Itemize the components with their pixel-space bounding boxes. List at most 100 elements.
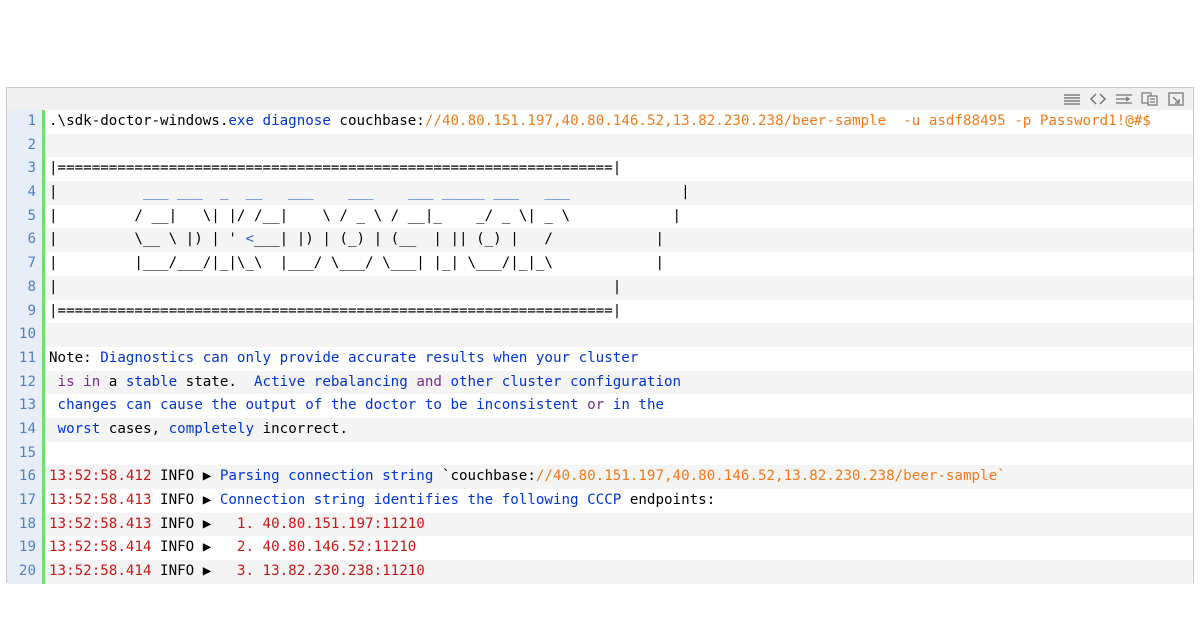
code-line: 18 13:52:58.413 INFO ▶ 1. 40.80.151.197:1… [7, 512, 1193, 537]
code-token: 13:52:58.413 [49, 492, 152, 508]
code-line: 20 13:52:58.414 INFO ▶ 3. 13.82.230.238:1… [7, 560, 1193, 584]
code-token: | \__ \ |) | ' [49, 231, 246, 248]
toolbar-buttons [1061, 91, 1187, 107]
code-token: or [587, 397, 605, 414]
line-content: | | [45, 276, 621, 300]
code-line: 2 [7, 133, 1193, 158]
code-token: .\sdk-doctor-windows. [49, 113, 229, 129]
code-token: stable [125, 373, 178, 390]
code-token: a [100, 373, 126, 390]
line-number: 4 [7, 181, 45, 205]
line-content [45, 134, 49, 158]
code-line: 9 |======================================… [7, 299, 1193, 324]
code-token: Note: [49, 349, 101, 366]
code-line: 16 13:52:58.412 INFO ▶ Parsing connection… [7, 465, 1193, 489]
line-number: 15 [7, 441, 45, 466]
toggle-plain-icon[interactable] [1087, 91, 1109, 107]
line-content: 13:52:58.412 INFO ▶ Parsing connection s… [45, 465, 1006, 489]
code-token: completely [168, 420, 255, 437]
view-source-icon[interactable] [1061, 91, 1083, 107]
line-content: worst cases, completely incorrect. [45, 418, 348, 442]
code-lines: 1 .\sdk-doctor-windows.exe diagnose couch… [7, 110, 1193, 584]
line-number: 18 [7, 512, 45, 537]
line-number: 3 [7, 157, 45, 182]
copy-icon[interactable] [1139, 91, 1161, 107]
code-token: INFO ▶ [151, 539, 237, 556]
code-token: INFO ▶ [151, 468, 220, 485]
code-token: state. [177, 373, 255, 390]
code-token: incorrect. [254, 420, 348, 437]
code-token: | |___/___/|_|\_\ |___/ \___/ \___| |_| … [49, 255, 664, 272]
line-content: is in a stable state. Active rebalancing… [45, 371, 682, 395]
code-token: | [570, 184, 690, 201]
code-token: cases, [100, 420, 169, 437]
code-token: 1. 40.80.151.197:11210 [236, 515, 425, 532]
line-content: | ___ ___ _ __ ___ ___ ___ _____ ___ ___… [45, 181, 690, 205]
code-token: | | [49, 278, 622, 295]
code-token: exe [228, 113, 254, 129]
line-content: .\sdk-doctor-windows.exe diagnose couchb… [45, 110, 1151, 134]
line-number: 19 [7, 536, 45, 561]
code-token: other cluster configuration [441, 373, 682, 390]
code-line: 7 | |___/___/|_|\_\ |___/ \___/ \___| |_|… [7, 252, 1193, 276]
line-content: | |___/___/|_|\_\ |___/ \___/ \___| |_| … [45, 252, 664, 276]
code-line: 5 | / __| \| |/ /__| \ / _ \ / __|_ _/ _ … [7, 204, 1193, 229]
line-content: |=======================================… [45, 300, 621, 324]
line-content: |=======================================… [45, 157, 621, 181]
code-token: ___| |) | (_) | (__ | || (_) | / | [254, 231, 665, 248]
print-icon[interactable] [1165, 91, 1187, 107]
line-number: 2 [7, 133, 45, 158]
code-token: changes can cause the output of the doct… [57, 397, 588, 414]
line-number: 12 [7, 370, 45, 395]
line-content [45, 442, 49, 466]
line-number: 7 [7, 252, 45, 276]
code-token: 13:52:58.414 [49, 539, 152, 556]
line-number: 16 [7, 465, 45, 489]
line-content [45, 323, 49, 347]
line-number: 17 [7, 489, 45, 513]
line-number: 9 [7, 299, 45, 324]
code-token: Connection string identifies the followi… [219, 492, 622, 508]
code-line: 11 Note: Diagnostics can only provide acc… [7, 346, 1193, 371]
line-number: 8 [7, 275, 45, 300]
code-line: 4 | ___ ___ _ __ ___ ___ ___ _____ ___ __… [7, 181, 1193, 205]
line-number: 20 [7, 560, 45, 584]
code-token: couchbase: [330, 113, 425, 129]
code-token: INFO ▶ [151, 515, 237, 532]
line-number: 11 [7, 346, 45, 371]
code-token: | [49, 184, 143, 201]
code-token: is in [57, 373, 101, 390]
code-block: 1 .\sdk-doctor-windows.exe diagnose couch… [6, 87, 1194, 584]
code-line: 10 [7, 323, 1193, 347]
line-number: 1 [7, 110, 45, 134]
wrap-icon[interactable] [1113, 91, 1135, 107]
line-content: 13:52:58.413 INFO ▶ Connection string id… [45, 489, 715, 513]
code-token: < [245, 231, 255, 248]
line-number: 14 [7, 417, 45, 442]
line-content: 13:52:58.413 INFO ▶ 1. 40.80.151.197:112… [45, 513, 425, 537]
code-token: 13:52:58.412 [49, 468, 152, 485]
code-token: |=======================================… [49, 302, 622, 319]
line-content: | \__ \ |) | ' <___| |) | (_) | (__ | ||… [45, 228, 664, 252]
line-number: 5 [7, 204, 45, 229]
code-token: Diagnostics can only provide accurate re… [100, 349, 639, 366]
code-line: 1 .\sdk-doctor-windows.exe diagnose couch… [7, 110, 1193, 134]
code-line: 12 is in a stable state. Active rebalanc… [7, 370, 1193, 395]
code-token: INFO ▶ [151, 563, 237, 580]
code-token: worst [57, 420, 101, 437]
line-content: 13:52:58.414 INFO ▶ 3. 13.82.230.238:112… [45, 560, 425, 584]
code-token: and [416, 373, 442, 390]
code-token: 13:52:58.413 [49, 515, 152, 532]
line-number: 10 [7, 323, 45, 347]
code-token: `couchbase: [433, 468, 536, 485]
code-token: diagnose [262, 113, 331, 129]
line-content: Note: Diagnostics can only provide accur… [45, 347, 638, 371]
code-line: 14 worst cases, completely incorrect. [7, 417, 1193, 442]
line-content: 13:52:58.414 INFO ▶ 2. 40.80.146.52:1121… [45, 536, 416, 560]
code-token: | / __| \| |/ /__| \ / _ \ / __|_ _/ _ \… [49, 207, 682, 224]
code-token: //40.80.151.197,40.80.146.52,13.82.230.2… [424, 113, 1151, 129]
